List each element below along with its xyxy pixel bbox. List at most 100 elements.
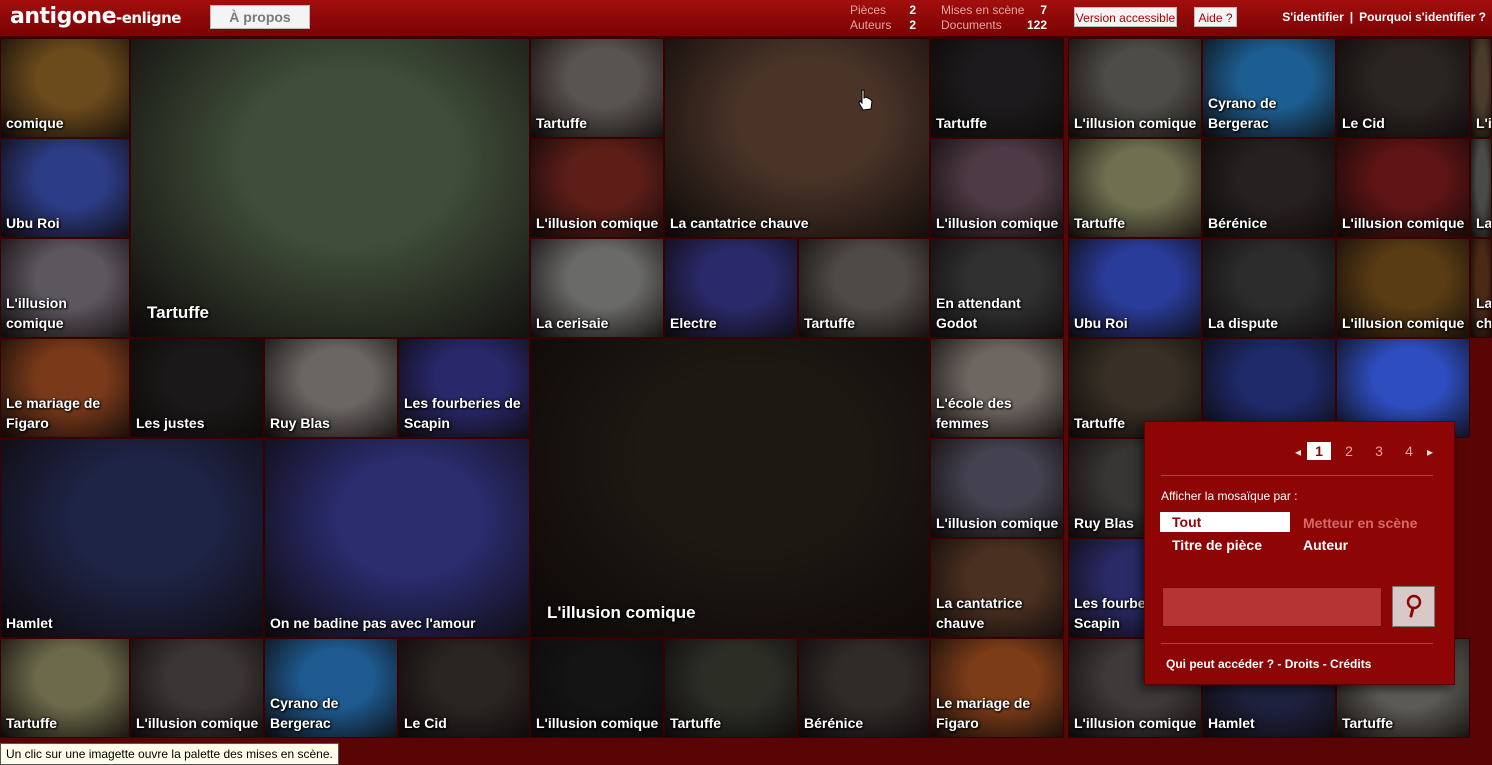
- mosaic-tile[interactable]: Tartuffe: [530, 38, 664, 138]
- mosaic-tile[interactable]: L'illusion comique: [530, 638, 664, 738]
- tile-caption: L'illusion comique: [936, 215, 1059, 231]
- page-2[interactable]: 2: [1337, 442, 1361, 460]
- mosaic-tile[interactable]: Ubu Roi: [0, 138, 130, 238]
- tile-caption: Tartuffe: [536, 115, 588, 131]
- tile-caption: Tartuffe: [804, 315, 856, 331]
- tile-caption: L'illusion comique: [1074, 715, 1197, 731]
- tile-caption: Ruy Blas: [270, 415, 330, 431]
- mosaic-tile[interactable]: Tartuffe: [798, 238, 930, 338]
- search-button[interactable]: [1392, 586, 1435, 627]
- tile-caption: L'illusion comique: [6, 295, 67, 331]
- tile-caption: L'illusion comique: [1074, 115, 1197, 131]
- mosaic-tile[interactable]: La dispute: [1202, 238, 1336, 338]
- filter-palette: ◂ 1 2 3 4 ▸ Afficher la mosaïque par : T…: [1144, 421, 1455, 685]
- page-4[interactable]: 4: [1397, 442, 1421, 460]
- mosaic-tile[interactable]: L'illusion comique: [1336, 238, 1470, 338]
- mosaic-tile[interactable]: La: [1470, 138, 1492, 238]
- mosaic-tile[interactable]: Tartuffe: [664, 638, 798, 738]
- tile-caption: Tartuffe: [1074, 215, 1126, 231]
- tile-caption: Tartuffe: [670, 715, 722, 731]
- mosaic-tile[interactable]: En attendant Godot: [930, 238, 1064, 338]
- mosaic-tile[interactable]: Bérénice: [798, 638, 930, 738]
- mosaic-tile[interactable]: L'illusion comique: [130, 638, 264, 738]
- display-by-label: Afficher la mosaïque par :: [1161, 489, 1298, 503]
- mosaic-tile[interactable]: L'illusion comique: [0, 238, 130, 338]
- option-metteur-en-scene[interactable]: Metteur en scène: [1303, 513, 1417, 533]
- next-page-arrow-icon[interactable]: ▸: [1427, 445, 1433, 459]
- tile-caption: L'illusion comique: [536, 215, 659, 231]
- mosaic-tile[interactable]: Electre: [664, 238, 798, 338]
- link-separator: -: [1319, 657, 1331, 671]
- mosaic-tile[interactable]: Tartuffe: [930, 38, 1064, 138]
- option-tout[interactable]: Tout: [1160, 512, 1290, 532]
- credits-link[interactable]: Crédits: [1330, 657, 1371, 671]
- mosaic-tile[interactable]: Les justes: [130, 338, 264, 438]
- mosaic-tile-large[interactable]: Tartuffe: [130, 38, 530, 338]
- mosaic-tile[interactable]: La cantatrice chauve: [930, 538, 1064, 638]
- mosaic-tile[interactable]: Bérénice: [1202, 138, 1336, 238]
- link-separator: -: [1274, 657, 1285, 671]
- tile-caption: Bérénice: [1208, 215, 1268, 231]
- rights-link[interactable]: Droits: [1285, 657, 1320, 671]
- why-login-link[interactable]: Pourquoi s'identifier ?: [1359, 10, 1486, 24]
- link-separator: |: [1349, 10, 1354, 24]
- page-3[interactable]: 3: [1367, 442, 1391, 460]
- tile-caption: La ch: [1476, 295, 1492, 331]
- who-can-access-link[interactable]: Qui peut accéder ?: [1166, 657, 1274, 671]
- mosaic-tile[interactable]: La ch: [1470, 238, 1492, 338]
- mosaic-tile[interactable]: L'i: [1470, 38, 1492, 138]
- mosaic-tile[interactable]: Ruy Blas: [264, 338, 398, 438]
- accessible-version-button[interactable]: Version accessible: [1074, 7, 1177, 27]
- mosaic-tile[interactable]: Le Cid: [1336, 38, 1470, 138]
- option-auteur[interactable]: Auteur: [1303, 535, 1348, 555]
- site-logo[interactable]: antigone-enligne: [10, 4, 181, 29]
- tile-caption: L'illusion comique: [536, 715, 659, 731]
- mosaic-tile[interactable]: L'école des femmes: [930, 338, 1064, 438]
- tile-caption: Electre: [670, 315, 717, 331]
- mosaic-tile-large[interactable]: L'illusion comique: [530, 338, 930, 638]
- logo-main: antigone: [10, 4, 117, 29]
- prev-page-arrow-icon[interactable]: ◂: [1295, 445, 1301, 459]
- tile-caption: Ubu Roi: [1074, 315, 1128, 331]
- mosaic-tile-medium[interactable]: Hamlet: [0, 438, 264, 638]
- mosaic-tile[interactable]: L'illusion comique: [930, 138, 1064, 238]
- mosaic-tile[interactable]: Le mariage de Figaro: [930, 638, 1064, 738]
- tile-caption: L'illusion comique: [1342, 215, 1465, 231]
- mosaic-tile[interactable]: Cyrano de Bergerac: [1202, 38, 1336, 138]
- tile-caption: Tartuffe: [6, 715, 58, 731]
- mosaic-tile-medium[interactable]: On ne badine pas avec l'amour: [264, 438, 530, 638]
- tile-caption: Ubu Roi: [6, 215, 60, 231]
- stat-label-documents: Documents: [941, 18, 1002, 32]
- page-1[interactable]: 1: [1307, 442, 1331, 460]
- mosaic-tile[interactable]: Ubu Roi: [1068, 238, 1202, 338]
- tile-caption: La dispute: [1208, 315, 1279, 331]
- tile-caption: L'illusion comique: [936, 515, 1059, 531]
- tile-caption: L'i: [1476, 115, 1492, 131]
- mosaic-tile[interactable]: Les fourberies de Scapin: [398, 338, 530, 438]
- mosaic-tile-medium[interactable]: La cantatrice chauve: [664, 38, 930, 238]
- stat-value-auteurs: 2: [909, 18, 916, 32]
- search-input[interactable]: [1162, 587, 1382, 627]
- mosaic-tile[interactable]: comique: [0, 38, 130, 138]
- about-button[interactable]: À propos: [210, 5, 310, 29]
- mosaic-tile[interactable]: L'illusion comique: [930, 438, 1064, 538]
- tile-caption: On ne badine pas avec l'amour: [270, 615, 476, 631]
- mosaic-tile[interactable]: Cyrano de Bergerac: [264, 638, 398, 738]
- divider: [1161, 475, 1433, 476]
- option-titre-de-piece[interactable]: Titre de pièce: [1172, 535, 1262, 555]
- tile-caption: comique: [6, 115, 64, 131]
- tile-caption: La cantatrice chauve: [670, 215, 809, 231]
- login-link[interactable]: S'identifier: [1282, 10, 1344, 24]
- mosaic-tile[interactable]: La cerisaie: [530, 238, 664, 338]
- tile-caption: L'illusion comique: [136, 715, 259, 731]
- mosaic-tile[interactable]: Tartuffe: [1068, 138, 1202, 238]
- mosaic-tile[interactable]: Tartuffe: [0, 638, 130, 738]
- help-button[interactable]: Aide ?: [1194, 7, 1237, 27]
- mosaic-tile[interactable]: L'illusion comique: [1336, 138, 1470, 238]
- mosaic-tile[interactable]: Le Cid: [398, 638, 530, 738]
- mosaic-tile[interactable]: L'illusion comique: [530, 138, 664, 238]
- tile-caption: Hamlet: [1208, 715, 1255, 731]
- tile-caption: Hamlet: [6, 615, 53, 631]
- mosaic-tile[interactable]: L'illusion comique: [1068, 38, 1202, 138]
- mosaic-tile[interactable]: Le mariage de Figaro: [0, 338, 130, 438]
